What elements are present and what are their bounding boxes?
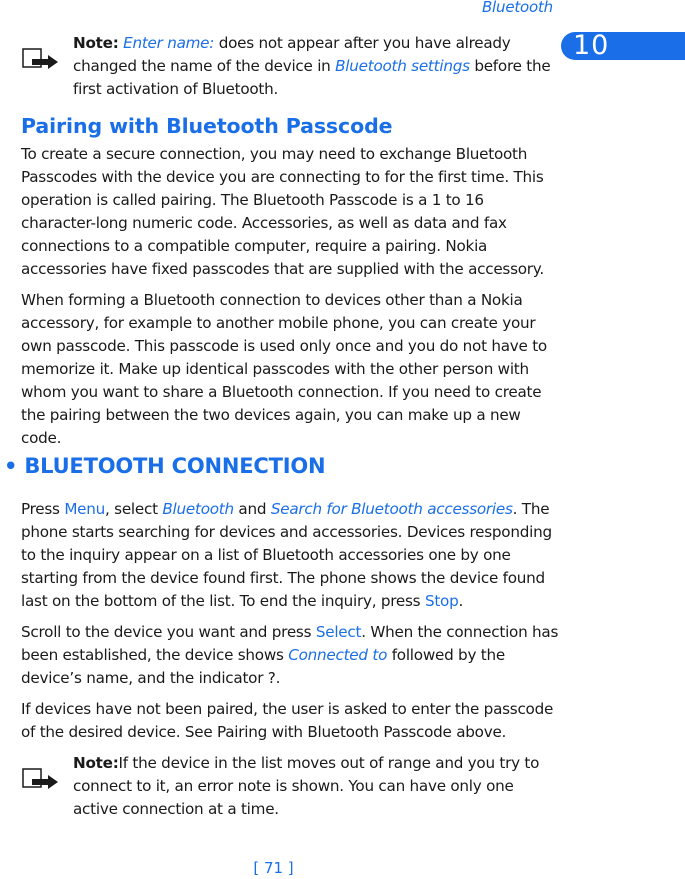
stop-key-ref: Stop [424,592,459,610]
connection-paragraph-3: If devices have not been paired, the use… [21,700,554,741]
note-bottom-text: Note:If the device in the list moves out… [73,752,562,821]
bluetooth-settings-ref: Bluetooth settings [335,57,470,75]
note-top-text: Note: Enter name: does not appear after … [73,32,562,101]
note-label: Note: [73,34,119,52]
pairing-paragraph-2: When forming a Bluetooth connection to d… [21,291,547,447]
search-accessories-ref: Search for Bluetooth accessories [270,500,513,518]
note-label: Note: [73,754,119,772]
text-part: , select [105,500,163,518]
note-icon [22,48,58,69]
menu-key-ref: Menu [64,500,106,518]
note-text-part: If the device in the list moves out of r… [73,754,540,818]
bluetooth-menu-ref: Bluetooth [162,500,234,518]
note-icon [22,768,58,789]
text-part: and [233,500,271,518]
connected-to-ref: Connected to [288,646,388,664]
connection-paragraph-2: Scroll to the device you want and press … [21,621,561,690]
page-number: [ 71 ] [253,859,294,877]
enter-name-ref: Enter name: [123,34,215,52]
text-part: Press [21,500,65,518]
text-part: Scroll to the device you want and press [21,623,316,641]
select-key-ref: Select [315,623,362,641]
pairing-paragraph-1: To create a secure connection, you may n… [21,145,544,278]
section-title-pairing: Pairing with Bluetooth Passcode [21,114,393,138]
chapter-number: 10 [573,30,610,61]
chapter-tab: 10 [561,30,685,61]
note-bottom: Note:If the device in the list moves out… [22,752,562,821]
connection-paragraph-1: Press Menu, select Bluetooth and Search … [21,498,561,613]
text-part: . [458,592,464,610]
note-top: Note: Enter name: does not appear after … [22,32,562,101]
chapter-heading-bluetooth-connection: • BLUETOOTH CONNECTION [4,454,326,478]
running-header: Bluetooth [481,0,553,16]
